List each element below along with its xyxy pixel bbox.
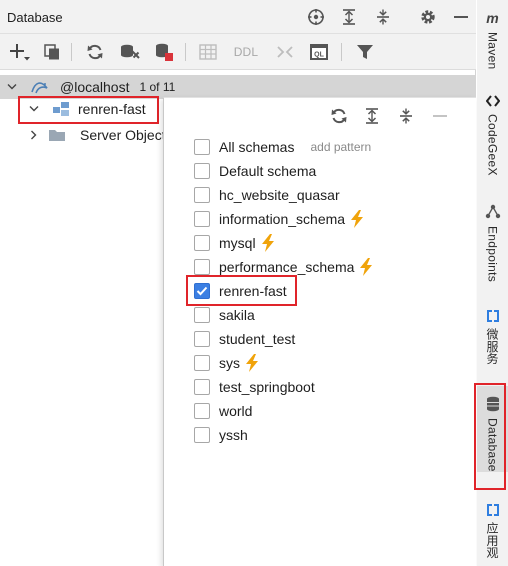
- schema-checkbox[interactable]: [194, 331, 210, 347]
- strip-label-applications: 应用观: [485, 522, 499, 559]
- schema-checkbox[interactable]: [194, 403, 210, 419]
- schema-label: hc_website_quasar: [219, 187, 340, 203]
- tool-window-header: Database: [0, 0, 476, 34]
- tool-window-title: Database: [7, 10, 63, 25]
- table-icon[interactable]: [197, 41, 219, 63]
- ddl-button[interactable]: DDL: [232, 41, 260, 63]
- schema-count: 1 of 11: [139, 80, 176, 94]
- schema-row[interactable]: student_test: [194, 328, 295, 350]
- schema-checkbox[interactable]: [194, 187, 210, 203]
- minimize-icon[interactable]: [450, 6, 472, 28]
- schema-label: yssh: [219, 427, 248, 443]
- annotation-highlight: [186, 275, 297, 306]
- maven-icon: m: [486, 10, 499, 26]
- lightning-icon: [261, 234, 275, 252]
- strip-microservices[interactable]: 微服务: [477, 310, 508, 365]
- lightning-icon: [245, 354, 259, 372]
- schema-checkbox[interactable]: [194, 235, 210, 251]
- schema-label: information_schema: [219, 211, 346, 227]
- schema-row[interactable]: mysql: [194, 232, 275, 254]
- all-schemas-row[interactable]: All schemas add pattern: [194, 136, 371, 158]
- lightning-icon: [350, 210, 364, 228]
- collapse-all-icon[interactable]: [372, 6, 394, 28]
- host-label: @localhost: [60, 79, 130, 95]
- refresh-icon[interactable]: [84, 41, 106, 63]
- tool-window-strip: m Maven CodeGeeX Endpoints 微服务 Database …: [474, 0, 508, 566]
- minimize-icon[interactable]: [429, 105, 451, 127]
- schema-checkbox[interactable]: [194, 211, 210, 227]
- schema-checkbox[interactable]: [194, 355, 210, 371]
- endpoints-icon: [485, 204, 500, 219]
- refresh-icon[interactable]: [328, 105, 350, 127]
- schema-selector-popup: All schemas add pattern Default schema hc…: [163, 97, 476, 566]
- schema-label: test_springboot: [219, 379, 315, 395]
- filter-icon[interactable]: [354, 41, 376, 63]
- svg-text:QL: QL: [314, 52, 324, 59]
- all-schemas-label: All schemas: [219, 139, 295, 155]
- microservices-icon: [486, 310, 499, 322]
- schema-label: performance_schema: [219, 259, 355, 275]
- all-schemas-checkbox[interactable]: [194, 139, 210, 155]
- applications-icon: [486, 504, 499, 516]
- collapse-all-icon[interactable]: [395, 105, 417, 127]
- schema-label: Default schema: [219, 163, 317, 179]
- lightning-icon: [359, 258, 373, 276]
- strip-maven[interactable]: m Maven: [477, 10, 508, 70]
- crosshair-icon[interactable]: [305, 6, 327, 28]
- schema-row[interactable]: yssh: [194, 424, 248, 446]
- schema-checkbox[interactable]: [194, 307, 210, 323]
- strip-applications[interactable]: 应用观: [477, 504, 508, 559]
- popup-toolbar: [164, 98, 477, 132]
- chevron-down-icon[interactable]: [6, 81, 18, 93]
- schema-label: world: [219, 403, 253, 419]
- schema-row[interactable]: information_schema: [194, 208, 364, 230]
- schema-row[interactable]: test_springboot: [194, 376, 315, 398]
- annotation-highlight: [18, 96, 159, 124]
- schema-row[interactable]: Default schema: [194, 160, 316, 182]
- schema-label: mysql: [219, 235, 256, 251]
- schema-row[interactable]: sys: [194, 352, 259, 374]
- expand-all-icon[interactable]: [338, 6, 360, 28]
- stop-icon[interactable]: [153, 41, 175, 63]
- add-pattern-link[interactable]: add pattern: [310, 140, 371, 154]
- tree-label-server-objects: Server Objects: [80, 127, 173, 143]
- folder-icon: [48, 128, 66, 142]
- strip-endpoints[interactable]: Endpoints: [477, 204, 508, 282]
- schema-checkbox[interactable]: [194, 379, 210, 395]
- add-icon[interactable]: [8, 41, 32, 63]
- schema-checkbox[interactable]: [194, 259, 210, 275]
- strip-label-microservices: 微服务: [485, 328, 499, 365]
- schema-row[interactable]: sakila: [194, 304, 255, 326]
- strip-label-maven: Maven: [485, 32, 500, 70]
- schema-checkbox[interactable]: [194, 427, 210, 443]
- strip-codegeex[interactable]: CodeGeeX: [477, 94, 508, 176]
- schema-checkbox[interactable]: [194, 163, 210, 179]
- gear-icon[interactable]: [417, 6, 439, 28]
- chevron-right-icon[interactable]: [28, 129, 40, 141]
- schema-label: sakila: [219, 307, 255, 323]
- expand-all-icon[interactable]: [361, 105, 383, 127]
- codegeex-icon: [485, 95, 500, 107]
- mysql-icon: [30, 78, 50, 96]
- compare-icon[interactable]: [274, 41, 296, 63]
- duplicate-icon[interactable]: [41, 41, 63, 63]
- database-tool-window: Database DDL QL @localhost 1 of 11 renre…: [0, 0, 476, 566]
- tree-row-server-objects[interactable]: Server Objects: [28, 123, 173, 147]
- strip-label-codegeex: CodeGeeX: [485, 114, 500, 176]
- database-toolbar: DDL QL: [0, 34, 476, 70]
- schema-row[interactable]: hc_website_quasar: [194, 184, 340, 206]
- annotation-highlight: [474, 383, 506, 490]
- schema-row[interactable]: world: [194, 400, 252, 422]
- schema-label: student_test: [219, 331, 296, 347]
- strip-label-endpoints: Endpoints: [485, 226, 500, 283]
- query-console-icon[interactable]: QL: [308, 41, 330, 63]
- data-sources-icon[interactable]: [118, 41, 142, 63]
- schema-label: sys: [219, 355, 240, 371]
